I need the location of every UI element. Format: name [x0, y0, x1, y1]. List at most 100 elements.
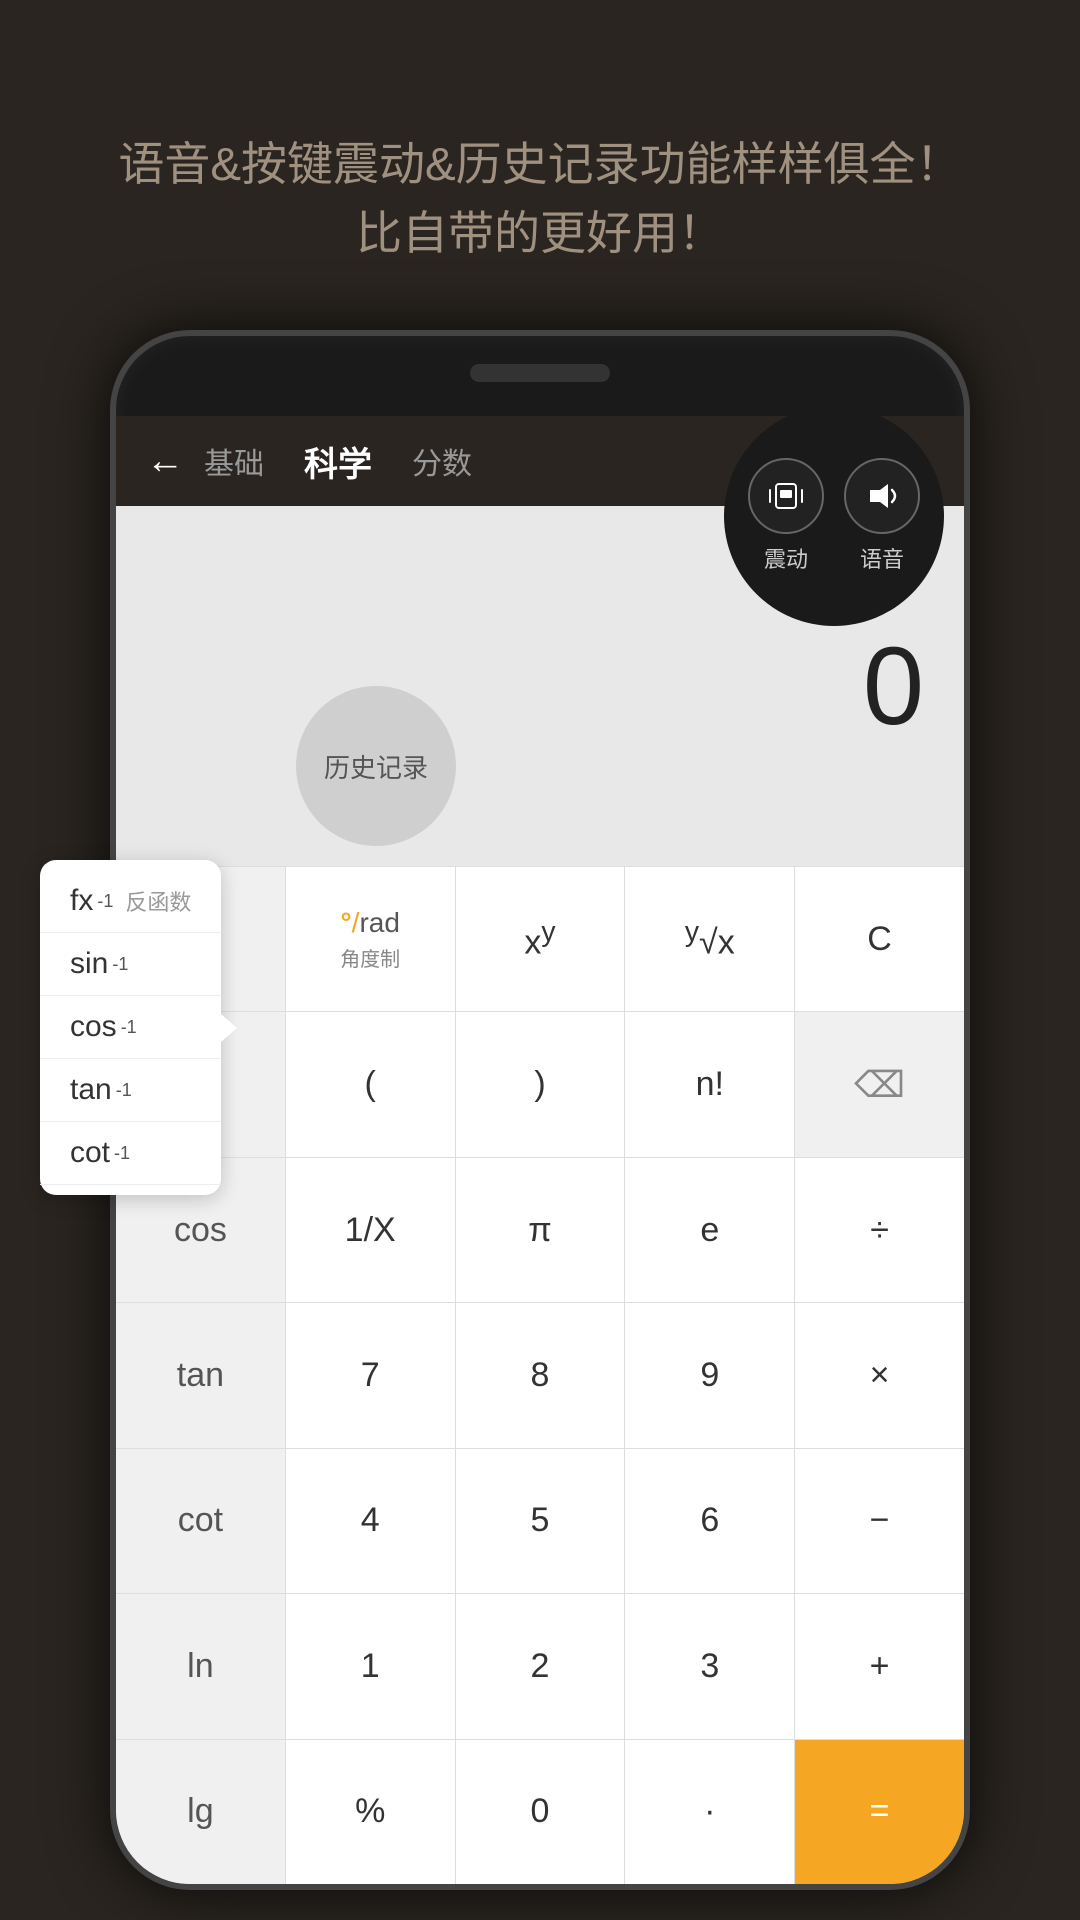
key-4-2[interactable]: 5	[456, 1449, 626, 1593]
popup-item-cos-inverse[interactable]: cos-1	[40, 996, 221, 1059]
key-0-3[interactable]: y√x	[625, 867, 795, 1011]
key-row-6: lg% 0· =	[116, 1739, 964, 1884]
key-label-1-4: ⌫	[854, 1064, 905, 1106]
vibrate-btn[interactable]: 震动	[748, 458, 824, 574]
key-6-1[interactable]: %	[286, 1740, 456, 1884]
tab-science[interactable]: 科学	[304, 437, 372, 486]
popup-item-inverse-func[interactable]: fx-1 反函数	[40, 870, 221, 933]
key-label-3-4: ×	[870, 1356, 890, 1395]
key-6-0[interactable]: lg	[116, 1740, 286, 1884]
phone-speaker	[470, 364, 610, 382]
key-row-1: sin()n!⌫	[116, 1011, 964, 1156]
key-5-2[interactable]: 2	[456, 1594, 626, 1738]
back-button[interactable]: ←	[146, 440, 184, 483]
key-1-2[interactable]: )	[456, 1012, 626, 1156]
popup-item-cot-inverse[interactable]: cot-1	[40, 1122, 221, 1185]
popup-sin-label: sin	[70, 947, 108, 981]
key-0-2[interactable]: xy	[456, 867, 626, 1011]
key-label-4-3: 6	[700, 1501, 719, 1540]
key-label-1-3: n!	[696, 1065, 724, 1104]
popup-cot-label: cot	[70, 1136, 110, 1170]
popup-fx-label: fx	[70, 884, 93, 918]
key-4-1[interactable]: 4	[286, 1449, 456, 1593]
key-0-1[interactable]: °/rad角度制	[286, 867, 456, 1011]
icon-buttons-row: 震动 语音	[728, 438, 940, 594]
key-label-0-3: y√x	[685, 916, 735, 962]
key-1-4[interactable]: ⌫	[795, 1012, 964, 1156]
vibrate-icon-circle	[748, 458, 824, 534]
key-2-1[interactable]: 1/X	[286, 1158, 456, 1302]
key-label-4-2: 5	[531, 1501, 550, 1540]
key-label-3-2: 8	[531, 1356, 550, 1395]
key-6-4[interactable]: =	[795, 1740, 964, 1884]
key-1-3[interactable]: n!	[625, 1012, 795, 1156]
key-label-1-2: )	[534, 1065, 545, 1104]
tab-fraction[interactable]: 分数	[412, 439, 472, 483]
key-3-3[interactable]: 9	[625, 1303, 795, 1447]
key-3-0[interactable]: tan	[116, 1303, 286, 1447]
popup-item-sin-inverse[interactable]: sin-1	[40, 933, 221, 996]
key-label-5-4: +	[870, 1647, 890, 1686]
popup-fx-sup: -1	[97, 891, 113, 912]
key-label-0-4: C	[867, 920, 892, 959]
key-label-5-0: ln	[187, 1647, 213, 1686]
history-label: 历史记录	[324, 748, 428, 785]
calc-container: ← 基础 科学 分数	[116, 416, 964, 1884]
key-3-2[interactable]: 8	[456, 1303, 626, 1447]
key-6-3[interactable]: ·	[625, 1740, 795, 1884]
icon-overlay: 震动 语音	[724, 406, 944, 626]
key-label-2-0: cos	[174, 1211, 227, 1250]
popup-tan-label: tan	[70, 1073, 112, 1107]
key-label-2-4: ÷	[870, 1211, 889, 1250]
key-5-0[interactable]: ln	[116, 1594, 286, 1738]
key-label-3-1: 7	[361, 1356, 380, 1395]
popup-cos-label: cos	[70, 1010, 117, 1044]
key-1-1[interactable]: (	[286, 1012, 456, 1156]
key-label-5-3: 3	[700, 1647, 719, 1686]
audio-btn[interactable]: 语音	[844, 458, 920, 574]
key-3-4[interactable]: ×	[795, 1303, 964, 1447]
key-label-6-0: lg	[187, 1792, 213, 1831]
key-3-1[interactable]: 7	[286, 1303, 456, 1447]
audio-icon	[862, 476, 902, 516]
popup-sin-sup: -1	[112, 954, 128, 975]
vibrate-icon	[766, 476, 806, 516]
popup-item-tan-inverse[interactable]: tan-1	[40, 1059, 221, 1122]
key-2-3[interactable]: e	[625, 1158, 795, 1302]
key-4-0[interactable]: cot	[116, 1449, 286, 1593]
key-2-4[interactable]: ÷	[795, 1158, 964, 1302]
key-5-1[interactable]: 1	[286, 1594, 456, 1738]
tab-basic[interactable]: 基础	[204, 439, 264, 483]
key-label-5-2: 2	[531, 1647, 550, 1686]
popup-arrow	[221, 1014, 237, 1042]
key-6-2[interactable]: 0	[456, 1740, 626, 1884]
audio-icon-circle	[844, 458, 920, 534]
key-row-3: tan 7 8 9 ×	[116, 1302, 964, 1447]
popup-tan-sup: -1	[116, 1080, 132, 1101]
key-label-1-1: (	[365, 1065, 376, 1104]
key-5-4[interactable]: +	[795, 1594, 964, 1738]
key-label-3-0: tan	[177, 1356, 224, 1395]
promo-line1: 语音&按键震动&历史记录功能样样俱全！	[0, 130, 1080, 199]
key-4-4[interactable]: −	[795, 1449, 964, 1593]
display-value: 0	[863, 623, 924, 750]
key-label-6-4: =	[870, 1792, 890, 1831]
promo-line2: 比自带的更好用！	[0, 199, 1080, 268]
key-label-4-4: −	[870, 1501, 890, 1540]
key-row-4: cot 4 5 6 −	[116, 1448, 964, 1593]
nav-bar: ← 基础 科学 分数	[116, 416, 964, 506]
key-label-4-1: 4	[361, 1501, 380, 1540]
popup-menu: fx-1 反函数 sin-1 cos-1 tan-1 cot-1	[40, 860, 221, 1195]
key-0-4[interactable]: C	[795, 867, 964, 1011]
key-label-0-1: °/rad	[340, 907, 399, 939]
key-5-3[interactable]: 3	[625, 1594, 795, 1738]
popup-fx-sub: 反函数	[125, 885, 191, 917]
key-4-3[interactable]: 6	[625, 1449, 795, 1593]
keyboard: fx函数°/rad角度制xyy√xCsin()n!⌫cos1/Xπe÷tan78…	[116, 866, 964, 1884]
history-button[interactable]: 历史记录	[296, 686, 456, 846]
phone-frame: ← 基础 科学 分数	[110, 330, 970, 1890]
audio-label: 语音	[860, 542, 904, 574]
popup-cot-sup: -1	[114, 1143, 130, 1164]
key-label-6-1: %	[355, 1792, 385, 1831]
key-2-2[interactable]: π	[456, 1158, 626, 1302]
